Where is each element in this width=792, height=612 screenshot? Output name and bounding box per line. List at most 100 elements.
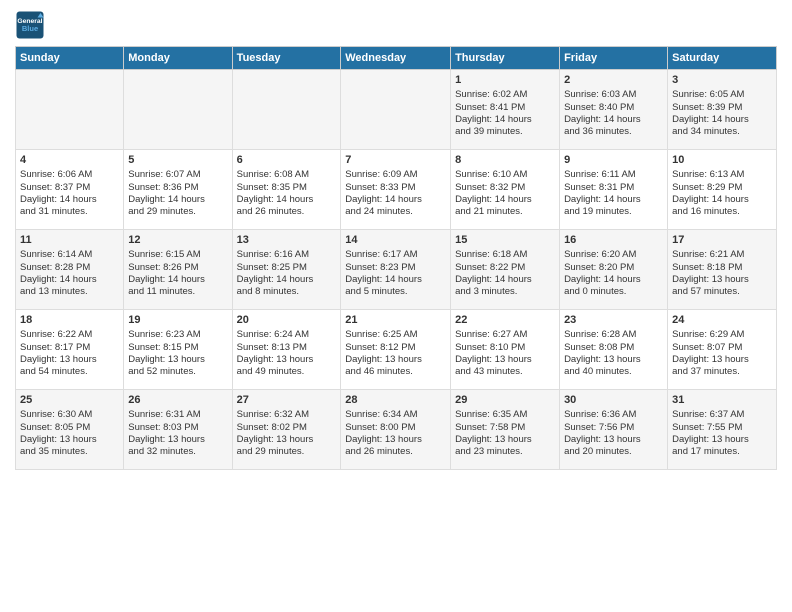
day-info: Sunset: 8:00 PM [345, 422, 446, 434]
calendar-day-cell: 2Sunrise: 6:03 AMSunset: 8:40 PMDaylight… [560, 70, 668, 150]
day-info: Sunset: 8:37 PM [20, 182, 119, 194]
day-info: Sunset: 8:12 PM [345, 342, 446, 354]
day-info: Sunset: 8:02 PM [237, 422, 337, 434]
calendar-week-row: 25Sunrise: 6:30 AMSunset: 8:05 PMDayligh… [16, 390, 777, 470]
day-info: and 29 minutes. [128, 206, 227, 218]
calendar-day-cell: 28Sunrise: 6:34 AMSunset: 8:00 PMDayligh… [341, 390, 451, 470]
calendar-day-cell: 29Sunrise: 6:35 AMSunset: 7:58 PMDayligh… [451, 390, 560, 470]
calendar-day-cell: 17Sunrise: 6:21 AMSunset: 8:18 PMDayligh… [668, 230, 777, 310]
day-number: 13 [237, 233, 337, 247]
calendar-day-cell: 10Sunrise: 6:13 AMSunset: 8:29 PMDayligh… [668, 150, 777, 230]
day-info: Sunrise: 6:14 AM [20, 249, 119, 261]
day-info: and 20 minutes. [564, 446, 663, 458]
day-info: Daylight: 14 hours [128, 274, 227, 286]
day-info: Sunset: 8:33 PM [345, 182, 446, 194]
day-info: Sunrise: 6:36 AM [564, 409, 663, 421]
day-info: and 32 minutes. [128, 446, 227, 458]
day-info: Daylight: 13 hours [237, 434, 337, 446]
day-info: Sunset: 8:22 PM [455, 262, 555, 274]
day-info: and 31 minutes. [20, 206, 119, 218]
day-number: 21 [345, 313, 446, 327]
day-info: Sunrise: 6:13 AM [672, 169, 772, 181]
calendar-day-cell: 21 Sunrise: 6:25 AMSunset: 8:12 PMDayligh… [341, 310, 451, 390]
day-info: Sunrise: 6:06 AM [20, 169, 119, 181]
day-info: Daylight: 14 hours [672, 114, 772, 126]
day-info: and 11 minutes. [128, 286, 227, 298]
day-info: and 34 minutes. [672, 126, 772, 138]
day-info: Sunrise: 6:09 AM [345, 169, 446, 181]
day-info: and 23 minutes. [455, 446, 555, 458]
calendar-day-cell: 27Sunrise: 6:32 AMSunset: 8:02 PMDayligh… [232, 390, 341, 470]
day-number: 8 [455, 153, 555, 167]
day-info: and 37 minutes. [672, 366, 772, 378]
day-number: 28 [345, 393, 446, 407]
day-info: Daylight: 14 hours [564, 114, 663, 126]
day-info: and 16 minutes. [672, 206, 772, 218]
calendar-day-cell: 31Sunrise: 6:37 AMSunset: 7:55 PMDayligh… [668, 390, 777, 470]
day-info: Sunrise: 6:20 AM [564, 249, 663, 261]
page-container: General Blue SundayMondayTuesdayWednesda… [0, 0, 792, 480]
calendar-header-cell: Monday [124, 47, 232, 70]
calendar-header-cell: Wednesday [341, 47, 451, 70]
calendar-header-cell: Saturday [668, 47, 777, 70]
day-info: and 0 minutes. [564, 286, 663, 298]
day-number: 10 [672, 153, 772, 167]
day-number: 26 [128, 393, 227, 407]
day-info: and 40 minutes. [564, 366, 663, 378]
day-info: Sunrise: 6:32 AM [237, 409, 337, 421]
day-info: Sunrise: 6:30 AM [20, 409, 119, 421]
day-info: Sunrise: 6:16 AM [237, 249, 337, 261]
calendar-day-cell: 15Sunrise: 6:18 AMSunset: 8:22 PMDayligh… [451, 230, 560, 310]
day-info: Daylight: 14 hours [345, 274, 446, 286]
day-number: 11 [20, 233, 119, 247]
day-number: 25 [20, 393, 119, 407]
day-info: Sunset: 8:39 PM [672, 102, 772, 114]
day-number: 7 [345, 153, 446, 167]
day-info: Sunrise: 6:24 AM [237, 329, 337, 341]
calendar-day-cell: 6Sunrise: 6:08 AMSunset: 8:35 PMDaylight… [232, 150, 341, 230]
day-info: Daylight: 14 hours [455, 114, 555, 126]
day-info: Sunset: 7:58 PM [455, 422, 555, 434]
day-info: Daylight: 14 hours [345, 194, 446, 206]
day-info: and 17 minutes. [672, 446, 772, 458]
day-info: Sunrise: 6:07 AM [128, 169, 227, 181]
day-info: and 46 minutes. [345, 366, 446, 378]
day-info: Sunrise: 6:10 AM [455, 169, 555, 181]
day-info: and 21 minutes. [455, 206, 555, 218]
day-info: and 3 minutes. [455, 286, 555, 298]
day-info: and 57 minutes. [672, 286, 772, 298]
day-info: Sunrise: 6:25 AM [345, 329, 446, 341]
calendar-week-row: 4 Sunrise: 6:06 AMSunset: 8:37 PM Daylight… [16, 150, 777, 230]
day-info: Sunset: 7:55 PM [672, 422, 772, 434]
day-info: and 13 minutes. [20, 286, 119, 298]
day-info: Sunrise: 6:21 AM [672, 249, 772, 261]
day-info: Sunset: 7:56 PM [564, 422, 663, 434]
calendar-header-cell: Thursday [451, 47, 560, 70]
day-info: Sunrise: 6:29 AM [672, 329, 772, 341]
day-info: Sunset: 8:31 PM [564, 182, 663, 194]
calendar-day-cell: 20Sunrise: 6:24 AMSunset: 8:13 PMDayligh… [232, 310, 341, 390]
calendar-day-cell: 16Sunrise: 6:20 AMSunset: 8:20 PMDayligh… [560, 230, 668, 310]
day-info: and 39 minutes. [455, 126, 555, 138]
day-number: 4 [20, 153, 119, 167]
day-info: Daylight: 13 hours [128, 354, 227, 366]
day-info: and 24 minutes. [345, 206, 446, 218]
calendar-day-cell: 5Sunrise: 6:07 AMSunset: 8:36 PMDaylight… [124, 150, 232, 230]
day-info: Sunrise: 6:27 AM [455, 329, 555, 341]
calendar-day-cell: 14Sunrise: 6:17 AMSunset: 8:23 PMDayligh… [341, 230, 451, 310]
day-number: 2 [564, 73, 663, 87]
day-number: 14 [345, 233, 446, 247]
day-info: Sunrise: 6:22 AM [20, 329, 119, 341]
day-info: Sunset: 8:07 PM [672, 342, 772, 354]
calendar-day-cell [16, 70, 124, 150]
day-number: 1 [455, 73, 555, 87]
day-info: Sunrise: 6:34 AM [345, 409, 446, 421]
day-info: and 54 minutes. [20, 366, 119, 378]
day-info: Daylight: 13 hours [455, 354, 555, 366]
day-info: Sunset: 8:25 PM [237, 262, 337, 274]
calendar-day-cell [341, 70, 451, 150]
day-number: 6 [237, 153, 337, 167]
day-info: and 49 minutes. [237, 366, 337, 378]
day-number: 12 [128, 233, 227, 247]
day-info: Daylight: 13 hours [345, 354, 446, 366]
